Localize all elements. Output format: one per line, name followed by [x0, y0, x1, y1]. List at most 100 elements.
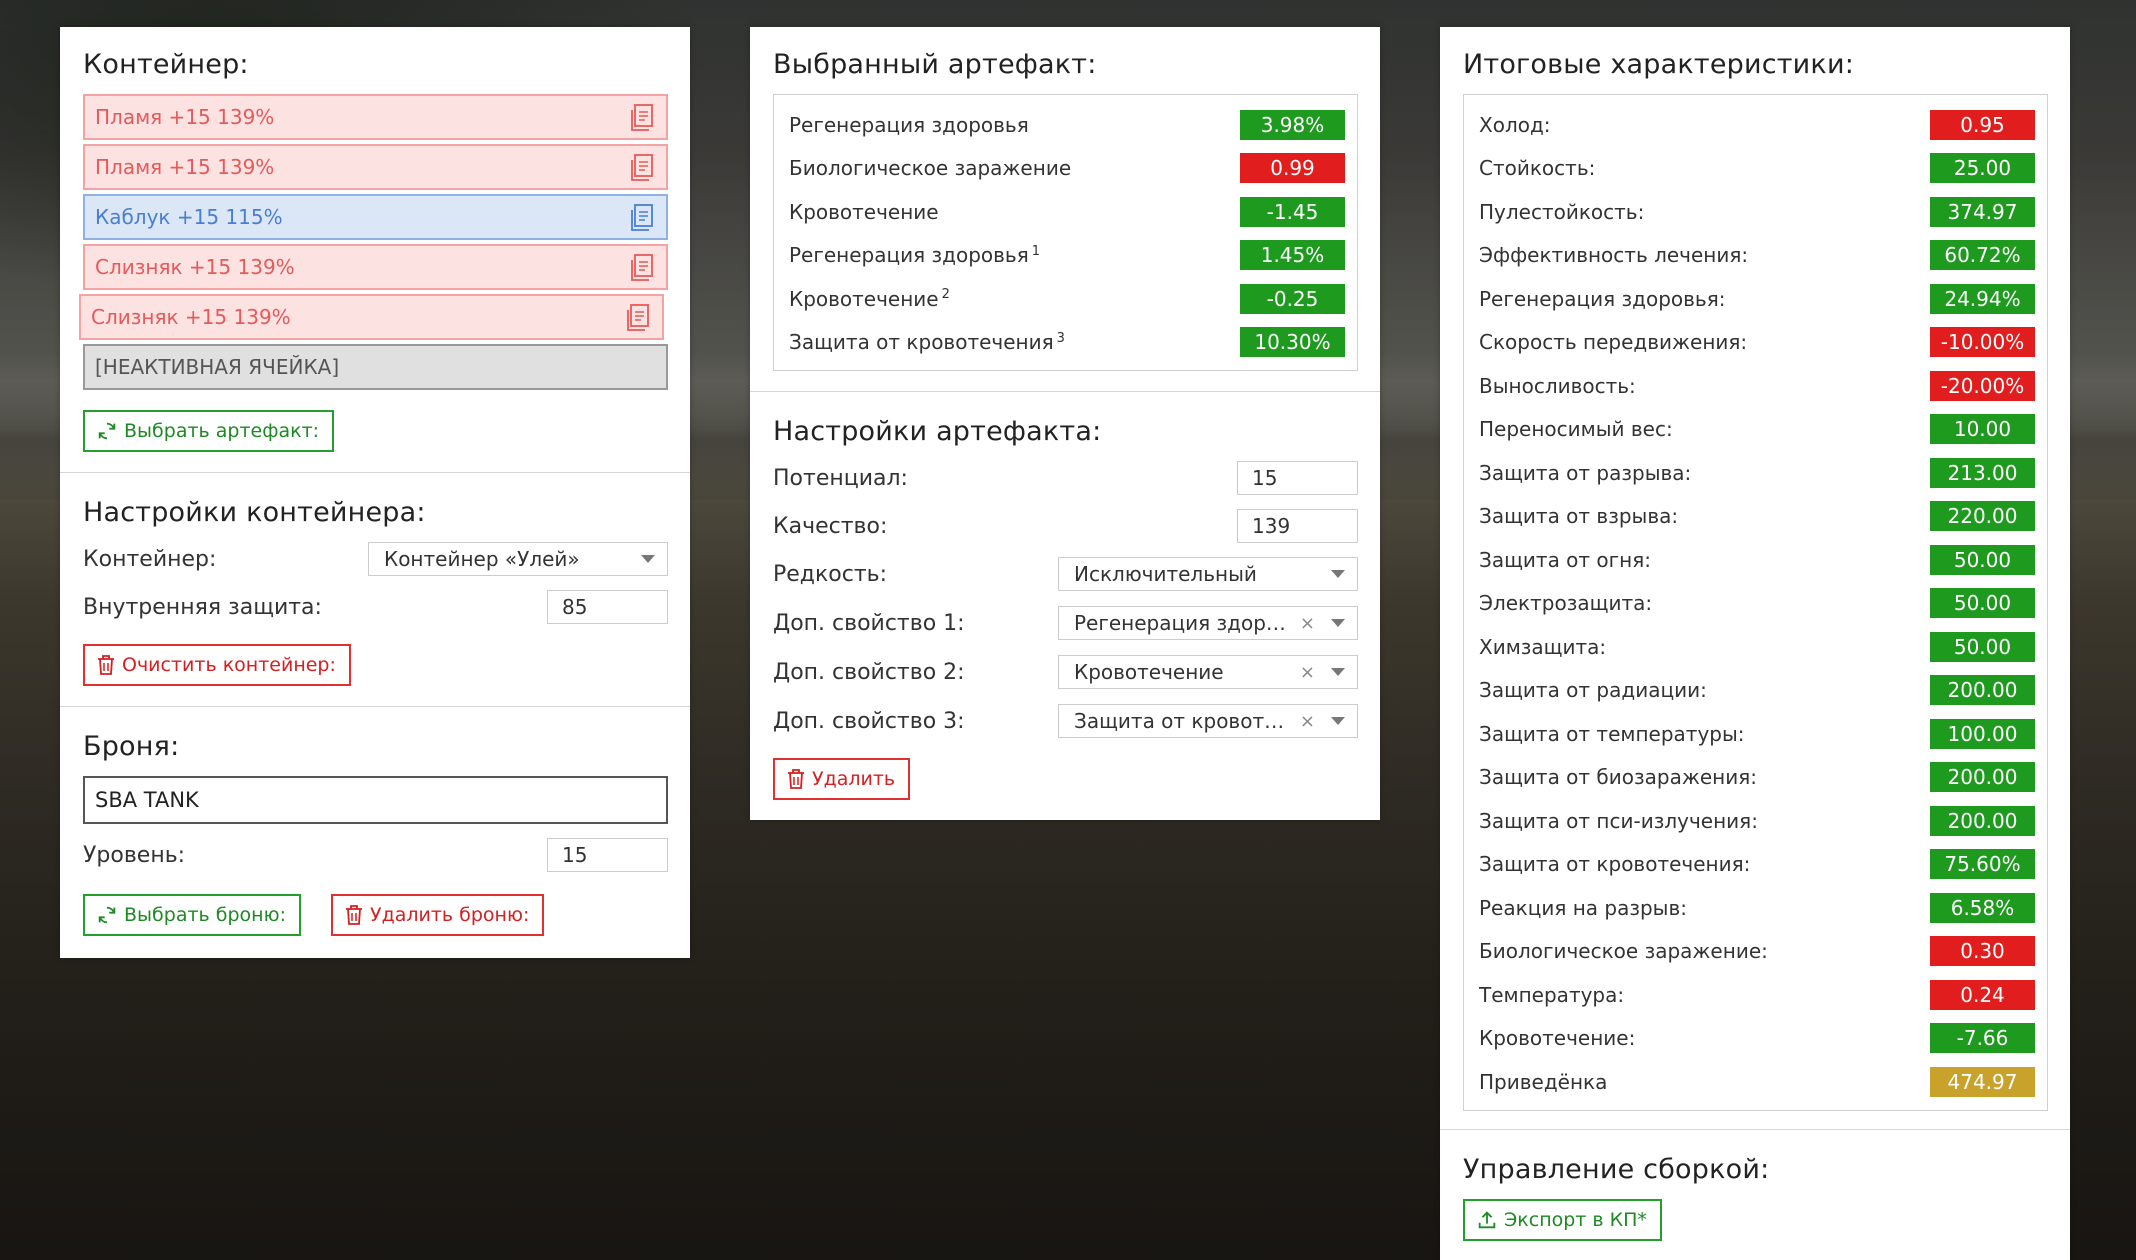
extra-property-2-label: Доп. свойство 2:: [773, 659, 965, 685]
stat-name-text: Защита от кровотечения: [789, 330, 1054, 355]
stat-value: 0.30: [1930, 936, 2035, 967]
copy-icon[interactable]: [628, 253, 656, 283]
level-input[interactable]: 15: [547, 838, 668, 872]
rarity-select-value: Исключительный: [1074, 562, 1257, 586]
total-stat-row: Температура: 0.24: [1479, 973, 2035, 1017]
stat-name-text: Регенерация здоровья: [789, 243, 1029, 268]
trash-icon: [788, 769, 804, 789]
inner-protection-input[interactable]: 85: [547, 590, 668, 624]
stat-value: 474.97: [1930, 1066, 2035, 1097]
slot-label: [НЕАКТИВНАЯ ЯЧЕЙКА]: [95, 355, 340, 379]
stat-value: 10.00: [1930, 414, 2035, 445]
stat-name: Переносимый вес:: [1479, 417, 1673, 442]
inactive-slot[interactable]: [НЕАКТИВНАЯ ЯЧЕЙКА]: [83, 344, 668, 390]
artifact-settings-title: Настройки артефакта:: [773, 416, 1102, 447]
delete-artifact-button[interactable]: Удалить: [773, 758, 911, 800]
delete-armor-label: Удалить броню:: [369, 904, 530, 926]
clear-container-button[interactable]: Очистить контейнер:: [83, 644, 351, 686]
stat-name: Скорость передвижения:: [1479, 330, 1748, 355]
inner-protection-label: Внутренняя защита:: [83, 594, 322, 620]
container-panel: Контейнер: Пламя +15 139% Пламя +15 139% К…: [60, 27, 690, 958]
clear-icon[interactable]: ×: [1300, 711, 1315, 732]
container-label: Контейнер:: [83, 546, 217, 572]
select-armor-button[interactable]: Выбрать броню:: [83, 894, 301, 936]
caret-down-icon: [641, 555, 655, 563]
export-button[interactable]: Экспорт в КП*: [1463, 1198, 1662, 1241]
stat-value: 200.00: [1930, 805, 2035, 836]
artifact-stat-row: Кровотечение 2 -0.25: [789, 277, 1345, 321]
artifact-slot[interactable]: Пламя +15 139%: [83, 144, 668, 190]
stat-name: Защита от радиации:: [1479, 678, 1707, 703]
artifact-slot[interactable]: Слизняк +15 139%: [79, 294, 664, 340]
refresh-icon: [98, 906, 116, 924]
potential-input[interactable]: 15: [1237, 461, 1358, 495]
clear-icon[interactable]: ×: [1300, 662, 1315, 683]
container-title: Контейнер:: [83, 49, 249, 80]
stat-name-text: Кровотечение: [789, 286, 939, 311]
stat-name: Эффективность лечения:: [1479, 243, 1749, 268]
caret-down-icon: [1331, 570, 1345, 578]
artifact-slot[interactable]: Каблук +15 115%: [83, 194, 668, 240]
stat-name: Реакция на разрыв:: [1479, 895, 1687, 920]
artifact-stats-table: Регенерация здоровья 3.98% Биологическое з…: [773, 94, 1358, 371]
trash-icon: [98, 655, 114, 675]
slot-label: Пламя +15 139%: [95, 105, 275, 129]
stat-name: Регенерация здоровья:: [1479, 286, 1726, 311]
stat-value: -20.00%: [1930, 370, 2035, 401]
extra-property-2-select[interactable]: Кровотечение ×: [1058, 655, 1358, 689]
total-stat-row: Выносливость: -20.00%: [1479, 364, 2035, 408]
stat-name-text: Кровотечение: [789, 199, 939, 224]
stat-name: Биологическое заражение: [789, 156, 1071, 180]
delete-armor-button[interactable]: Удалить броню:: [330, 894, 545, 936]
stat-value: 213.00: [1930, 457, 2035, 488]
export-label: Экспорт в КП*: [1504, 1208, 1647, 1231]
trash-icon: [345, 905, 362, 925]
rarity-select[interactable]: Исключительный: [1058, 557, 1358, 591]
delete-artifact-label: Удалить: [812, 768, 896, 790]
stat-name: Защита от температуры:: [1479, 721, 1745, 746]
stat-name: Кровотечение:: [1479, 1026, 1636, 1051]
artifact-slot[interactable]: Пламя +15 139%: [83, 94, 668, 140]
artifact-slot[interactable]: Слизняк +15 139%: [83, 244, 668, 290]
clear-icon[interactable]: ×: [1300, 613, 1315, 634]
slot-label: Слизняк +15 139%: [91, 305, 291, 329]
total-stat-row: Электрозащита: 50.00: [1479, 582, 2035, 626]
stat-name: Химзащита:: [1479, 634, 1607, 659]
container-select[interactable]: Контейнер «Улей»: [368, 542, 668, 576]
total-stat-row: Холод: 0.95: [1479, 103, 2035, 147]
total-stat-row: Кровотечение: -7.66: [1479, 1017, 2035, 1061]
level-label: Уровень:: [83, 842, 186, 868]
extra-property-3-select[interactable]: Защита от кровотечения ×: [1058, 704, 1358, 738]
stat-name: Регенерация здоровья: [789, 113, 1029, 137]
stat-value: 50.00: [1930, 544, 2035, 575]
quality-input[interactable]: 139: [1237, 509, 1358, 543]
stat-name: Защита от огня:: [1479, 547, 1652, 572]
artifact-stat-row: Регенерация здоровья 1 1.45%: [789, 234, 1345, 278]
armor-input[interactable]: SBA TANK: [83, 776, 668, 824]
total-stat-row: Реакция на разрыв: 6.58%: [1479, 886, 2035, 930]
copy-icon[interactable]: [628, 203, 656, 233]
stat-name: Защита от разрыва:: [1479, 460, 1692, 485]
caret-down-icon: [1331, 619, 1345, 627]
stat-value: 50.00: [1930, 631, 2035, 662]
stat-value: 3.98%: [1240, 109, 1345, 140]
total-stat-row: Защита от пси-излучения: 200.00: [1479, 799, 2035, 843]
potential-label: Потенциал:: [773, 465, 908, 491]
stat-value: 10.30%: [1240, 327, 1345, 358]
select-artifact-button[interactable]: Выбрать артефакт:: [83, 410, 335, 452]
copy-icon[interactable]: [628, 103, 656, 133]
total-stat-row: Защита от разрыва: 213.00: [1479, 451, 2035, 495]
copy-icon[interactable]: [624, 303, 652, 333]
total-stat-row: Защита от радиации: 200.00: [1479, 669, 2035, 713]
total-stat-row: Защита от кровотечения: 75.60%: [1479, 843, 2035, 887]
stat-name: Биологическое заражение:: [1479, 939, 1768, 964]
copy-icon[interactable]: [628, 153, 656, 183]
caret-down-icon: [1331, 717, 1345, 725]
select-armor-label: Выбрать броню:: [124, 904, 286, 926]
extra-property-1-select[interactable]: Регенерация здоровья ×: [1058, 606, 1358, 640]
stat-name: Температура:: [1479, 982, 1625, 1007]
totals-stats-table: Холод: 0.95 Стойкость: 25.00 Пулестойкость: 3…: [1463, 94, 2048, 1111]
build-management-title: Управление сборкой:: [1463, 1153, 1770, 1185]
clear-container-label: Очистить контейнер:: [122, 654, 336, 676]
stat-value: 50.00: [1930, 588, 2035, 619]
